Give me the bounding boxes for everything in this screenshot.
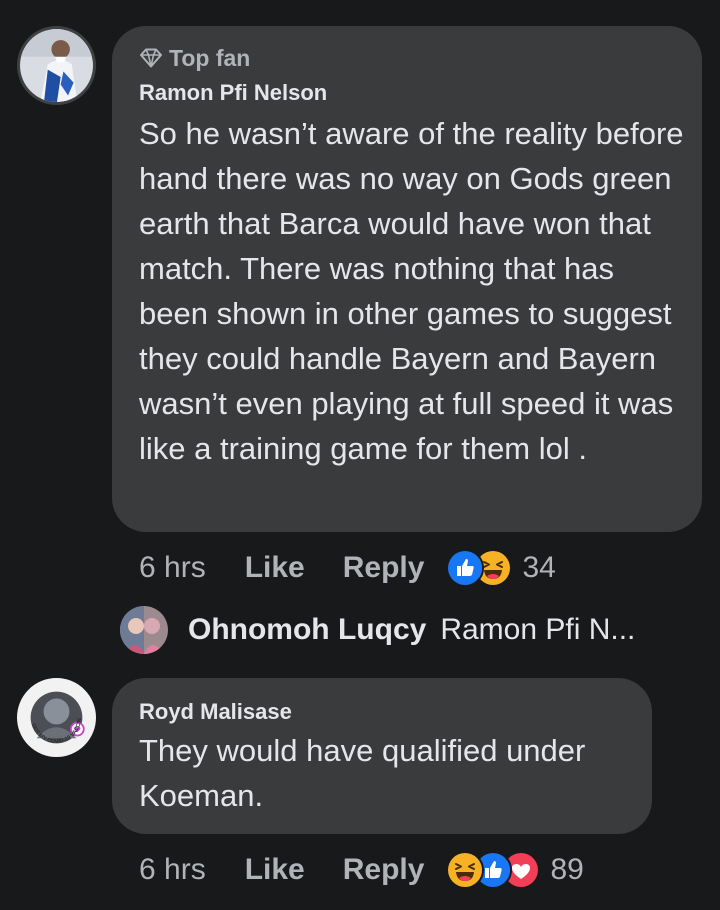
reaction-summary[interactable]: 89 xyxy=(446,851,584,889)
author-name[interactable]: Royd Malisase xyxy=(139,698,632,726)
comment-text: So he wasn’t aware of the reality before… xyxy=(139,116,684,466)
haha-icon xyxy=(446,851,485,889)
reply-author-name[interactable]: Ohnomoh Luqcy xyxy=(188,613,426,647)
profile-photo-icon: GOT MY COVID-19 VACCINE xyxy=(20,681,93,754)
like-icon xyxy=(446,549,485,587)
reaction-summary[interactable]: 34 xyxy=(446,549,556,587)
comment-text: They would have qualified under Koeman. xyxy=(139,733,586,813)
comment-actions: 6 hrs Like Reply 34 xyxy=(139,548,556,588)
profile-photo-icon xyxy=(120,606,168,654)
commenter-avatar[interactable] xyxy=(17,26,96,105)
commenter-avatar[interactable]: GOT MY COVID-19 VACCINE xyxy=(17,678,96,757)
profile-photo-icon xyxy=(20,29,93,102)
author-name[interactable]: Ramon Pfi Nelson xyxy=(139,79,682,107)
like-button[interactable]: Like xyxy=(245,551,305,585)
reply-button[interactable]: Reply xyxy=(343,853,425,887)
like-button[interactable]: Like xyxy=(245,853,305,887)
diamond-icon xyxy=(139,48,163,68)
comment-bubble: Royd Malisase They would have qualified … xyxy=(112,678,652,834)
comment-bubble: Top fan Ramon Pfi Nelson So he wasn’t aw… xyxy=(112,26,702,532)
reaction-count: 89 xyxy=(550,853,584,886)
timestamp[interactable]: 6 hrs xyxy=(139,853,206,887)
top-fan-badge[interactable]: Top fan xyxy=(139,44,682,72)
reply-button[interactable]: Reply xyxy=(343,551,425,585)
reaction-count: 34 xyxy=(522,551,556,584)
reply-preview-text: Ramon Pfi N... xyxy=(440,613,636,646)
timestamp[interactable]: 6 hrs xyxy=(139,551,206,585)
comment-actions: 6 hrs Like Reply 89 xyxy=(139,850,584,890)
badge-label: Top fan xyxy=(169,45,251,71)
reply-avatar[interactable] xyxy=(120,606,168,654)
reply-preview[interactable]: Ohnomoh Luqcy Ramon Pfi N... xyxy=(120,606,635,654)
